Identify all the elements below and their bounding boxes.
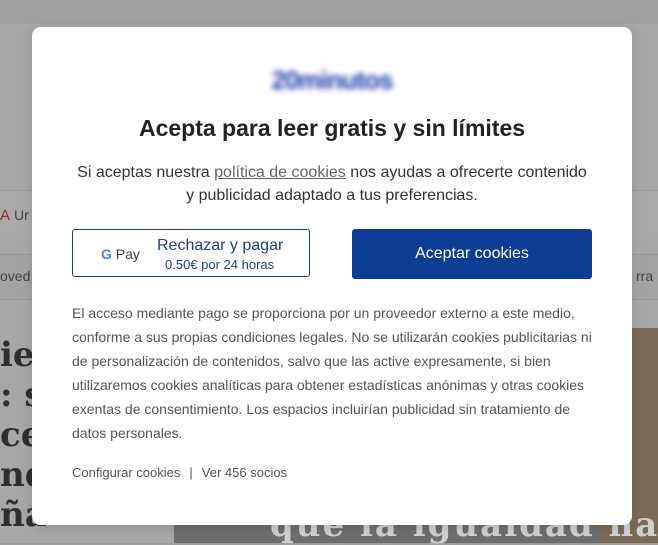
reject-and-pay-button[interactable]: G Pay Rechazar y pagar 0.50€ por 24 hora…	[72, 229, 310, 277]
gpay-label: Pay	[115, 246, 140, 262]
subnav-item-partial: oved	[0, 268, 31, 284]
accept-cookies-button[interactable]: Aceptar cookies	[352, 229, 592, 279]
reject-button-price: 0.50€ por 24 horas	[165, 257, 275, 272]
modal-title: Acepta para leer gratis y sin límites	[138, 115, 526, 141]
legal-text: El acceso mediante pago se proporciona p…	[72, 305, 592, 441]
page-header-strip	[0, 0, 658, 24]
configure-cookies-link[interactable]: Configurar cookies	[72, 465, 180, 480]
reject-button-label: Rechazar y pagar	[157, 237, 284, 254]
footer-separator: |	[189, 465, 193, 480]
desc-prefix: Si aceptas nuestra	[77, 164, 215, 181]
cookie-consent-modal: 20minutos Acepta para leer gratis y sin …	[32, 27, 632, 525]
modal-footer: Configurar cookies | Ver 456 socios	[72, 465, 287, 480]
google-g-logo: G	[101, 246, 112, 262]
google-pay-icon: G Pay	[101, 246, 140, 262]
nav-item-partial: Ur	[14, 207, 29, 223]
cookie-policy-link[interactable]: política de cookies	[214, 164, 346, 181]
view-partners-link[interactable]: Ver 456 socios	[202, 465, 287, 480]
subnav-item-partial-right: rra	[636, 268, 654, 284]
modal-description: Si aceptas nuestra política de cookies n…	[72, 161, 592, 207]
nav-accent-mark: A	[0, 207, 11, 224]
brand-logo: 20minutos	[271, 65, 393, 95]
